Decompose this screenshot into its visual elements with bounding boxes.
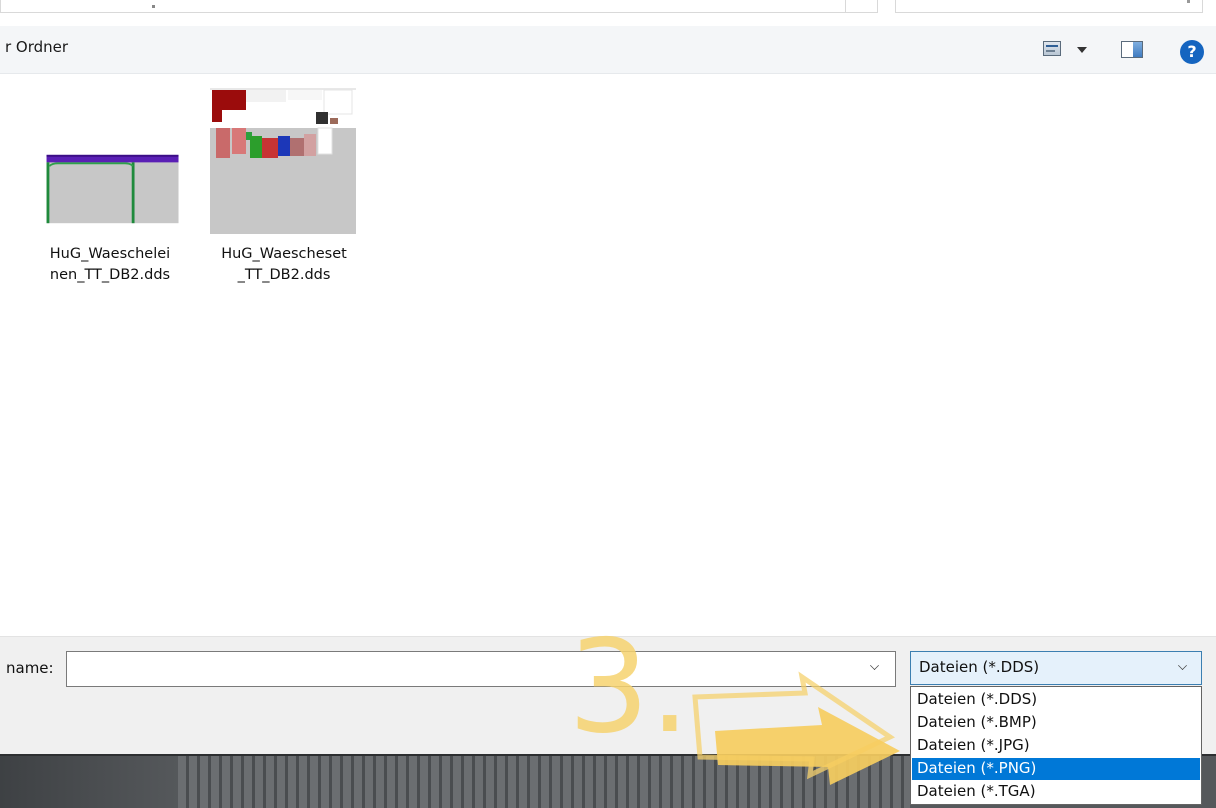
address-bar-separator-icon: [152, 5, 155, 8]
preview-pane-icon[interactable]: [1121, 41, 1143, 58]
filetype-dropdown-list: Dateien (*.DDS) Dateien (*.BMP) Dateien …: [910, 686, 1202, 805]
file-name: HuG_Waeschelei nen_TT_DB2.dds: [49, 246, 171, 283]
filename-label: name:: [6, 659, 54, 677]
command-bar: r Ordner ?: [0, 26, 1216, 74]
filetype-option-jpg[interactable]: Dateien (*.JPG): [912, 735, 1200, 757]
view-options-dropdown-icon[interactable]: [1077, 47, 1087, 53]
filetype-option-tga[interactable]: Dateien (*.TGA): [912, 781, 1200, 803]
filetype-option-png[interactable]: Dateien (*.PNG): [912, 758, 1200, 780]
change-view-icon[interactable]: [1043, 41, 1061, 56]
file-thumbnail: [210, 88, 356, 234]
search-input[interactable]: [895, 0, 1203, 13]
new-folder-button[interactable]: r Ordner: [5, 38, 68, 56]
refresh-button[interactable]: [845, 0, 878, 13]
address-bar-area: [0, 0, 1216, 26]
filetype-option-dds[interactable]: Dateien (*.DDS): [912, 689, 1200, 711]
filename-input[interactable]: [66, 651, 896, 687]
file-name: HuG_Waescheset _TT_DB2.dds: [221, 246, 347, 283]
address-bar[interactable]: [0, 0, 878, 13]
filetype-option-bmp[interactable]: Dateien (*.BMP): [912, 712, 1200, 734]
help-icon[interactable]: ?: [1180, 40, 1204, 64]
filetype-selected-value: Dateien (*.DDS): [919, 658, 1040, 676]
file-thumbnail: [46, 154, 179, 224]
chevron-down-icon: [1178, 661, 1187, 670]
filetype-select[interactable]: Dateien (*.DDS): [910, 651, 1202, 685]
file-item[interactable]: HuG_Waeschelei nen_TT_DB2.dds: [32, 80, 192, 290]
file-item[interactable]: HuG_Waescheset _TT_DB2.dds: [198, 80, 358, 290]
